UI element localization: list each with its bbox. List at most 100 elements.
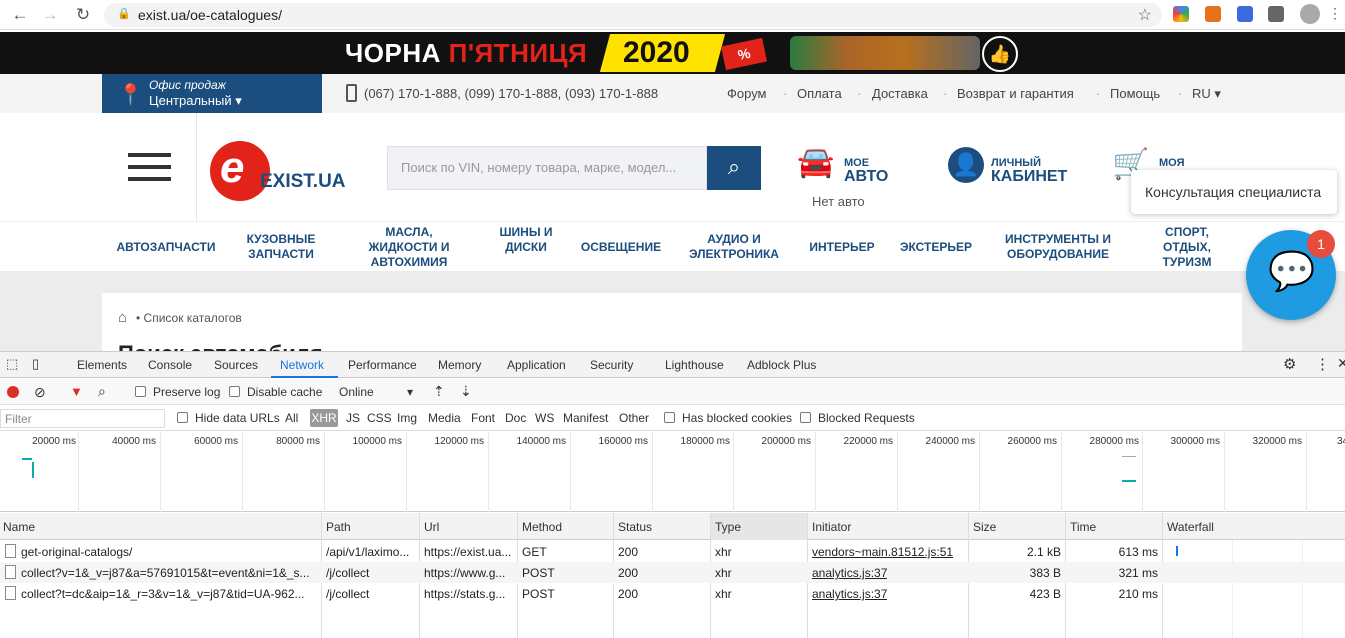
network-overview[interactable]: 20000 ms 40000 ms 60000 ms 80000 ms 1000… (0, 432, 1345, 512)
chat-badge: 1 (1307, 230, 1335, 258)
type-filter-font[interactable]: Font (471, 411, 495, 425)
back-icon[interactable]: ← (10, 5, 30, 25)
link-payment[interactable]: Оплата (797, 86, 842, 101)
tab-adblock[interactable]: Adblock Plus (747, 358, 816, 372)
category-lighting[interactable]: ОСВЕЩЕНИЕ (578, 240, 664, 255)
home-icon[interactable]: ⌂ (118, 309, 127, 326)
device-toggle-icon[interactable]: ▯ (32, 356, 39, 372)
column-name[interactable]: Name (3, 520, 35, 534)
language-selector[interactable]: RU ▾ (1192, 86, 1221, 102)
category-body-parts[interactable]: КУЗОВНЫЕ ЗАПЧАСТИ (235, 232, 327, 262)
cabinet-label[interactable]: КАБИНЕТ (991, 168, 1067, 186)
type-filter-js[interactable]: JS (346, 411, 360, 425)
chrome-extension-icon[interactable] (1173, 6, 1189, 22)
tab-elements[interactable]: Elements (77, 358, 127, 372)
devtools-menu-icon[interactable]: ⋮ (1315, 355, 1330, 373)
overview-bar (22, 458, 32, 460)
overview-tick: 60000 ms (194, 436, 238, 447)
link-delivery[interactable]: Доставка (872, 86, 928, 101)
office-selector[interactable]: 📍 Офис продаж Центральный ▾ (102, 74, 322, 113)
search-icon[interactable]: ⌕ (98, 383, 106, 400)
type-filter-css[interactable]: CSS (367, 411, 392, 425)
column-time[interactable]: Time (1070, 520, 1096, 534)
link-forum[interactable]: Форум (727, 86, 767, 101)
category-tires[interactable]: ШИНЫ И ДИСКИ (498, 225, 554, 255)
settings-gear-icon[interactable]: ⚙ (1283, 355, 1296, 373)
tab-console[interactable]: Console (148, 358, 192, 372)
inspect-icon[interactable]: ⬚ (6, 356, 18, 372)
category-sport[interactable]: СПОРТ, ОТДЫХ, ТУРИЗМ (1157, 225, 1217, 270)
record-icon[interactable] (7, 386, 19, 398)
type-filter-media[interactable]: Media (428, 411, 461, 425)
hide-data-urls-checkbox[interactable] (177, 412, 188, 423)
profile-avatar[interactable] (1300, 4, 1320, 24)
column-method[interactable]: Method (522, 520, 562, 534)
hide-data-urls-label: Hide data URLs (195, 411, 280, 425)
column-path[interactable]: Path (326, 520, 351, 534)
cart-small[interactable]: МОЯ (1159, 157, 1184, 169)
type-filter-manifest[interactable]: Manifest (563, 411, 608, 425)
tab-network[interactable]: Network (280, 358, 324, 372)
export-har-icon[interactable]: ⇣ (460, 383, 472, 400)
extension-icon[interactable] (1205, 6, 1221, 22)
type-filter-img[interactable]: Img (397, 411, 417, 425)
thumbs-up-icon: 👍 (982, 36, 1018, 72)
column-url[interactable]: Url (424, 520, 439, 534)
menu-hamburger-icon[interactable] (128, 153, 171, 181)
extension-badge-icon[interactable] (1237, 6, 1253, 22)
tab-performance[interactable]: Performance (348, 358, 417, 372)
table-row[interactable]: get-original-catalogs/ /api/v1/laximo...… (0, 541, 1345, 562)
table-row[interactable]: collect?v=1&_v=j87&a=57691015&t=event&ni… (0, 562, 1345, 583)
disable-cache-checkbox[interactable] (229, 386, 240, 397)
my-auto-label[interactable]: АВТО (844, 168, 888, 186)
extensions-puzzle-icon[interactable] (1268, 6, 1284, 22)
type-filter-xhr[interactable]: XHR (310, 409, 338, 427)
address-bar[interactable]: 🔒 exist.ua/oe-catalogues/ ☆ (104, 3, 1162, 27)
throttle-select[interactable]: Online ▾ (339, 385, 413, 399)
column-status[interactable]: Status (618, 520, 652, 534)
column-initiator[interactable]: Initiator (812, 520, 851, 534)
filter-funnel-icon[interactable]: ▼ (70, 384, 83, 399)
blocked-requests-checkbox[interactable] (800, 412, 811, 423)
category-audio[interactable]: АУДИО И ЭЛЕКТРОНИКА (684, 232, 784, 262)
link-help[interactable]: Помощь (1110, 86, 1160, 101)
column-size[interactable]: Size (973, 520, 996, 534)
type-filter-doc[interactable]: Doc (505, 411, 526, 425)
type-filter-all[interactable]: All (285, 411, 298, 425)
browser-menu-icon[interactable]: ⋮ (1325, 5, 1345, 22)
table-row[interactable]: collect?t=dc&aip=1&_r=3&v=1&_v=j87&tid=U… (0, 583, 1345, 604)
close-icon[interactable]: ✕ (1337, 355, 1345, 372)
blocked-cookies-checkbox[interactable] (664, 412, 675, 423)
tab-application[interactable]: Application (507, 358, 566, 372)
bookmark-star-icon[interactable]: ☆ (1138, 5, 1152, 25)
chat-tooltip[interactable]: Консультация специалиста (1131, 170, 1337, 214)
link-returns[interactable]: Возврат и гарантия (957, 86, 1074, 101)
overview-tick: 220000 ms (843, 436, 893, 447)
type-filter-other[interactable]: Other (619, 411, 649, 425)
import-har-icon[interactable]: ⇡ (433, 383, 445, 400)
clear-icon[interactable]: ⊘ (34, 384, 46, 401)
preserve-log-checkbox[interactable] (135, 386, 146, 397)
tab-lighthouse[interactable]: Lighthouse (665, 358, 724, 372)
search-button[interactable]: ⌕ (707, 146, 761, 190)
reload-icon[interactable]: ↻ (73, 5, 93, 25)
category-tools[interactable]: ИНСТРУМЕНТЫ И ОБОРУДОВАНИЕ (1000, 232, 1116, 262)
type-filter-ws[interactable]: WS (535, 411, 554, 425)
forward-icon[interactable]: → (40, 5, 60, 25)
category-oils[interactable]: МАСЛА, ЖИДКОСТИ И АВТОХИМИЯ (357, 225, 461, 270)
tab-memory[interactable]: Memory (438, 358, 481, 372)
logo-text[interactable]: EXIST.UA (260, 171, 346, 193)
car-icon[interactable]: 🚘 (797, 145, 834, 180)
tab-security[interactable]: Security (590, 358, 633, 372)
column-waterfall[interactable]: Waterfall (1167, 520, 1214, 534)
category-exterior[interactable]: ЭКСТЕРЬЕР (899, 240, 973, 255)
column-type[interactable]: Type (715, 520, 741, 534)
filter-input[interactable]: Filter (0, 409, 165, 428)
user-icon[interactable]: 👤 (948, 147, 984, 183)
category-interior[interactable]: ИНТЕРЬЕР (808, 240, 876, 255)
tab-sources[interactable]: Sources (214, 358, 258, 372)
blocked-cookies-label: Has blocked cookies (682, 411, 793, 425)
category-autoparts[interactable]: АВТОЗАПЧАСТИ (116, 240, 216, 255)
search-input[interactable]: Поиск по VIN, номеру товара, марке, моде… (387, 146, 707, 190)
promo-banner[interactable]: ЧОРНА П'ЯТНИЦЯ 2020 % 👍 (0, 32, 1345, 74)
